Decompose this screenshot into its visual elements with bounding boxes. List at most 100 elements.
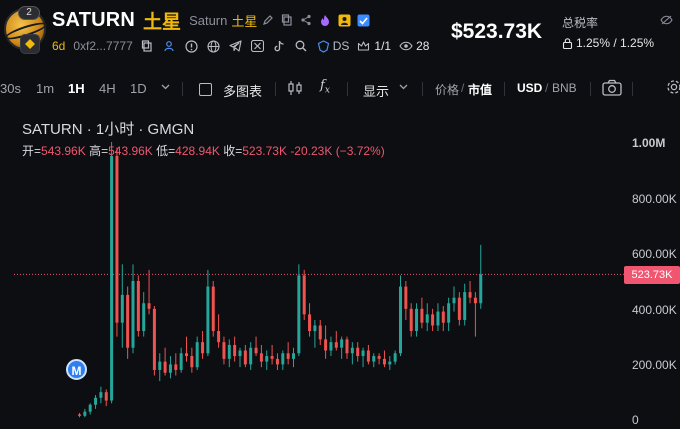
candle	[136, 275, 140, 337]
token-subname-cn: 土星	[231, 13, 258, 29]
y-axis-tick: 800.00K	[632, 192, 677, 206]
hide-eye-icon[interactable]	[660, 14, 673, 28]
candle	[329, 336, 333, 357]
candle-style-icon[interactable]	[287, 80, 303, 99]
token-subname: Saturn	[189, 12, 228, 28]
currency-bnb[interactable]: BNB	[552, 81, 577, 95]
edit-icon[interactable]	[260, 12, 276, 28]
currency-usd[interactable]: USD	[517, 81, 542, 95]
close-value: 523.73K	[242, 144, 287, 158]
candle	[441, 306, 445, 332]
candle	[275, 353, 279, 370]
search-icon[interactable]	[294, 39, 309, 54]
candle	[233, 336, 237, 362]
toggle-slash: /	[461, 81, 465, 95]
candle	[168, 356, 172, 379]
camera-icon[interactable]	[602, 79, 622, 99]
watchers-count: 28	[416, 39, 430, 53]
candle	[361, 347, 365, 368]
candle	[201, 331, 205, 359]
price-toggle[interactable]: 价格	[435, 81, 459, 98]
token-symbol: SATURN	[52, 8, 136, 31]
interval-4h[interactable]: 4H	[99, 81, 116, 96]
warning-icon[interactable]	[184, 39, 199, 54]
high-value: 543.96K	[108, 144, 153, 158]
candle	[431, 308, 435, 332]
display-chevron-icon[interactable]	[398, 80, 409, 95]
indicators-fx-icon[interactable]: fx	[320, 78, 330, 96]
candle	[350, 342, 354, 365]
toolbar-divider	[275, 82, 276, 96]
candle	[356, 342, 360, 362]
crown-icon	[356, 39, 371, 54]
candle	[195, 336, 199, 370]
lock-icon	[562, 37, 573, 49]
candle	[404, 281, 408, 320]
tiktok-icon[interactable]	[272, 39, 287, 54]
candle	[457, 292, 461, 326]
candle	[211, 281, 215, 337]
low-value: 428.94K	[175, 144, 220, 158]
candle	[104, 389, 108, 407]
settings-gear-icon[interactable]	[666, 79, 680, 98]
interval-1d[interactable]: 1D	[130, 81, 147, 96]
candle	[292, 347, 295, 368]
mcap-toggle[interactable]: 市值	[468, 81, 492, 98]
tax-value: 1.25% / 1.25%	[576, 36, 655, 50]
candle	[286, 342, 290, 365]
multi-chart-label[interactable]: 多图表	[223, 81, 262, 100]
candle	[468, 281, 472, 304]
candle	[110, 142, 114, 404]
candle	[420, 297, 424, 329]
display-menu[interactable]: 显示	[363, 81, 389, 100]
contract-address[interactable]: 0xf2...7777	[73, 39, 132, 53]
ds-shield-icon[interactable]	[316, 39, 331, 54]
chart-title: SATURN · 1小时 · GMGN	[22, 121, 195, 138]
toolbar-divider	[347, 82, 348, 96]
holders-eye-icon	[398, 39, 413, 54]
website-icon[interactable]	[206, 39, 221, 54]
candle	[313, 319, 317, 348]
candle	[382, 350, 386, 368]
candle	[366, 344, 370, 365]
candle	[158, 353, 162, 382]
price-chart[interactable]: SATURN · 1小时 · GMGN 开=543.96K 高=543.96K …	[0, 102, 680, 429]
interval-1h[interactable]: 1H	[68, 81, 85, 96]
candle	[174, 353, 178, 376]
interval-30s[interactable]: 30s	[0, 81, 21, 96]
fire-icon	[317, 12, 333, 28]
change-value: -20.23K	[290, 144, 333, 158]
creator-icon[interactable]	[162, 39, 177, 54]
telegram-icon[interactable]	[228, 39, 243, 54]
interval-1m[interactable]: 1m	[36, 81, 54, 96]
candle	[254, 336, 258, 357]
y-axis-tick: 400.00K	[632, 303, 677, 317]
close-label: 收=	[223, 144, 243, 158]
toolbar-divider	[182, 82, 183, 96]
candle	[377, 353, 381, 365]
candle	[217, 314, 221, 348]
candle	[238, 347, 242, 368]
candle	[473, 292, 477, 337]
top-holder-ratio: 1/1	[374, 39, 392, 53]
candle	[297, 264, 301, 357]
toolbar-divider	[504, 82, 505, 96]
candle	[126, 286, 130, 359]
copy-icon[interactable]	[279, 12, 295, 28]
migration-marker[interactable]: M	[66, 359, 87, 380]
chevron-down-icon[interactable]	[160, 80, 171, 95]
ds-label[interactable]: DS	[333, 39, 350, 53]
candle	[265, 350, 269, 370]
y-axis-tick: 1.00M	[632, 136, 666, 150]
multi-chart-checkbox[interactable]	[199, 83, 212, 99]
twitter-icon[interactable]	[250, 39, 265, 54]
token-name-cn: 土星	[143, 11, 182, 33]
toolbar-divider	[632, 82, 633, 96]
candle	[452, 286, 456, 312]
candle	[393, 350, 397, 365]
share-icon[interactable]	[298, 12, 314, 28]
candle	[83, 408, 87, 418]
copy-address-icon[interactable]	[140, 39, 155, 54]
title-row: SATURN 土星 Saturn 土星	[52, 8, 371, 33]
candle	[163, 347, 167, 376]
